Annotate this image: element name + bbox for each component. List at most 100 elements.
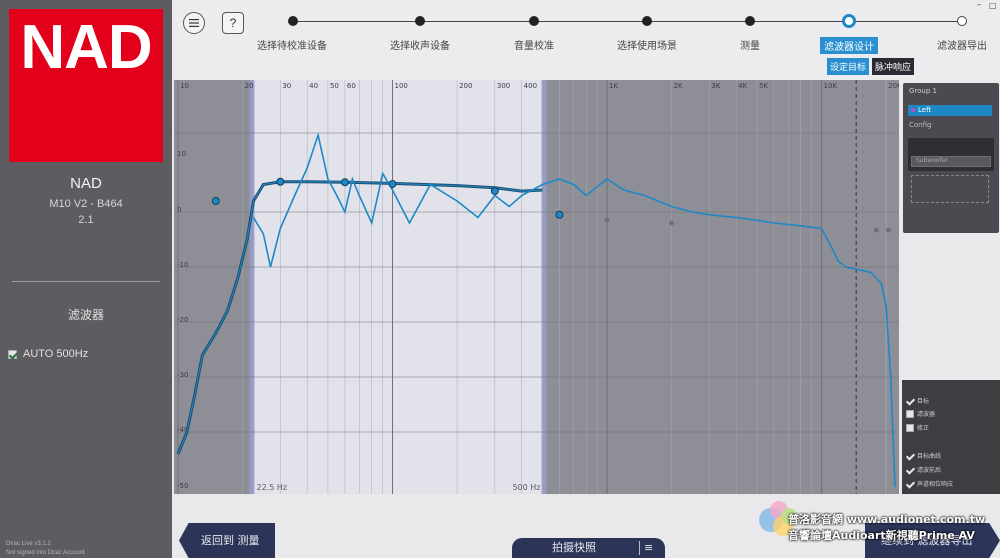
app-window: NAD NAD M10 V2 - B464 2.1 滤波器 AUTO 500Hz…	[0, 0, 1000, 558]
option-checkbox[interactable]	[906, 480, 914, 488]
display-options-box: 目标 滤波器 修正 目标曲线 滤波前后 声道相位响应	[902, 380, 1000, 494]
nad-logo: NAD	[9, 9, 163, 162]
help-button[interactable]: ?	[222, 12, 244, 34]
x-tick-label: 20K	[888, 82, 899, 90]
device-model: M10 V2 - B464	[49, 198, 123, 210]
x-tick-label: 100	[395, 82, 408, 90]
option-label: 目标	[917, 398, 930, 405]
watermark-line-1: 普洛影音網 www.audionet.com.tw	[788, 513, 986, 526]
frequency-response-plot[interactable]: 1020304050601002003004001K2K3K4K5K10K20K…	[174, 80, 899, 494]
step-filter-export[interactable]: 滤波器导出	[937, 37, 987, 52]
step-dot-3[interactable]	[529, 16, 539, 26]
option-checkbox[interactable]	[906, 397, 914, 405]
filter-label: AUTO 500Hz	[23, 348, 89, 360]
step-dot-1[interactable]	[288, 16, 298, 26]
x-tick-label: 300	[497, 82, 510, 90]
y-tick-label: 10	[177, 150, 186, 158]
option-target-curve[interactable]: 目标曲线	[906, 451, 941, 460]
step-measurement[interactable]: 测量	[740, 37, 760, 52]
filters-heading: 滤波器	[67, 308, 104, 322]
channel-left-item[interactable]: Left	[908, 105, 992, 116]
back-to-measurement-button[interactable]: 返回到 测量	[179, 523, 275, 558]
option-label: 滤波器	[917, 411, 936, 418]
target-control-point	[211, 197, 220, 205]
target-control-point	[340, 178, 349, 187]
snapshot-label: 拍摄快照	[552, 541, 596, 554]
y-tick-label: -50	[177, 482, 188, 490]
top-bar: ? – □ 选择待校准设备 选择收声设备 音量校准 选择使用场景 测量 滤波器设…	[172, 0, 1000, 80]
target-control-point	[669, 220, 675, 226]
step-dot-5[interactable]	[745, 16, 755, 26]
version-text: Dirac Live v3.1.2	[6, 541, 51, 547]
right-panel: Group 1 Left Config Subwoofer 目标 滤波器 修正 …	[902, 80, 1000, 494]
x-tick-label: 3K	[711, 82, 720, 90]
snapshot-divider	[639, 541, 640, 555]
window-minimize-button[interactable]: –	[977, 0, 982, 10]
option-label: 声道相位响应	[917, 481, 954, 488]
step-select-mic[interactable]: 选择收声设备	[390, 37, 450, 52]
option-checkbox[interactable]	[906, 452, 914, 460]
target-control-point	[873, 227, 879, 233]
option-filter[interactable]: 滤波器	[906, 409, 935, 418]
target-control-point	[490, 187, 499, 196]
x-tick-label: 200	[459, 82, 472, 90]
x-tick-label: 30	[282, 82, 291, 90]
option-checkbox[interactable]	[906, 409, 914, 418]
low-cutoff-label: 22.5 Hz	[257, 483, 288, 492]
menu-icon	[189, 19, 199, 27]
option-label: 目标曲线	[917, 453, 942, 460]
step-select-scenario[interactable]: 选择使用场景	[617, 37, 677, 52]
bottom-bar: 返回到 测量 拍摄快照 ≡ 继续到 滤波器导出 普洛影音網 www.audion…	[172, 494, 1000, 558]
snapshot-list-icon[interactable]: ≡	[644, 538, 653, 558]
x-tick-label: 2K	[674, 82, 683, 90]
option-phase-response[interactable]: 声道相位响应	[906, 479, 953, 488]
step-dot-7[interactable]	[957, 16, 967, 26]
step-volume-calibration[interactable]: 音量校准	[514, 37, 554, 52]
channel-group-box: Group 1 Left Config Subwoofer	[903, 83, 999, 233]
x-tick-label: 10K	[824, 82, 838, 90]
x-tick-label: 4K	[738, 82, 747, 90]
option-checkbox[interactable]	[906, 423, 914, 432]
watermark-line-2: 音響論壇Audioart新視聽Prime AV	[788, 529, 975, 542]
response-chart[interactable]: 1020304050601002003004001K2K3K4K5K10K20K…	[174, 80, 899, 494]
login-status-text: Not signed into Dirac Account	[6, 550, 85, 556]
y-tick-label: 0	[177, 206, 181, 214]
option-target[interactable]: 目标	[906, 396, 929, 405]
snapshot-button[interactable]: 拍摄快照 ≡	[512, 538, 665, 558]
x-tick-label: 400	[524, 82, 537, 90]
step-select-device[interactable]: 选择待校准设备	[257, 37, 327, 52]
tab-set-target[interactable]: 设定目标	[827, 58, 870, 75]
target-control-point	[604, 217, 610, 223]
y-tick-label: -30	[177, 371, 188, 379]
group-sub-label: Config	[909, 121, 932, 129]
target-control-point	[555, 210, 564, 219]
subwoofer-field[interactable]: Subwoofer	[911, 156, 991, 167]
x-tick-label: 1K	[609, 82, 618, 90]
menu-button[interactable]	[183, 12, 205, 34]
step-dot-4[interactable]	[642, 16, 652, 26]
device-channels: 2.1	[78, 214, 94, 226]
y-tick-label: -10	[177, 261, 188, 269]
target-control-point	[388, 179, 397, 188]
drop-zone[interactable]	[911, 175, 989, 203]
window-maximize-button[interactable]: □	[989, 1, 997, 10]
step-dot-2[interactable]	[415, 16, 425, 26]
option-checkbox[interactable]	[906, 466, 914, 474]
target-control-point	[885, 227, 891, 233]
tab-impulse-response[interactable]: 脉冲响应	[872, 58, 915, 75]
target-control-point	[276, 177, 285, 186]
step-dot-6-active[interactable]	[842, 14, 856, 28]
option-correction[interactable]: 修正	[906, 423, 929, 432]
option-label: 滤波前后	[917, 467, 942, 474]
sidebar: NAD NAD M10 V2 - B464 2.1 滤波器 AUTO 500Hz…	[0, 0, 172, 558]
sidebar-divider	[12, 281, 160, 282]
step-filter-design[interactable]: 滤波器设计	[820, 37, 878, 54]
group-label: Group 1	[909, 87, 937, 95]
filter-item-auto-500hz[interactable]: AUTO 500Hz	[8, 348, 88, 360]
stepper-line	[292, 21, 964, 22]
y-tick-label: -20	[177, 316, 188, 324]
filter-checkbox[interactable]	[8, 349, 17, 359]
option-label: 修正	[917, 425, 930, 432]
x-tick-label: 50	[330, 82, 339, 90]
option-before-after[interactable]: 滤波前后	[906, 465, 941, 474]
